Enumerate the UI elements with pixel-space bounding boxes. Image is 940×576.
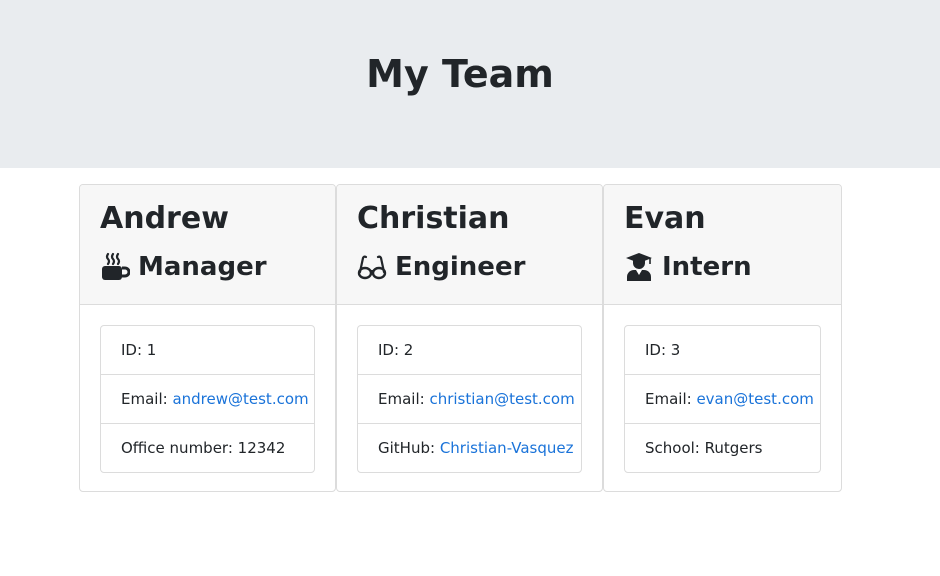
employee-name: Andrew <box>100 201 229 236</box>
graduate-icon <box>624 252 654 282</box>
glasses-icon <box>357 252 387 282</box>
role-label: Engineer <box>395 252 526 282</box>
card-header: Andrew Manager <box>80 185 335 305</box>
email-label: Email: <box>378 390 430 408</box>
email-item: Email: andrew@test.com <box>101 375 314 424</box>
employee-card-andrew: Andrew Manager ID: 1 Email: andrew@test.… <box>79 184 336 492</box>
email-link[interactable]: christian@test.com <box>429 390 574 408</box>
info-list: ID: 3 Email: evan@test.com School: Rutge… <box>624 325 821 473</box>
email-item: Email: evan@test.com <box>625 375 820 424</box>
card-header: Christian Engineer <box>337 185 602 305</box>
id-item: ID: 2 <box>358 326 581 375</box>
employee-role: Engineer <box>357 247 525 287</box>
card-header: Evan Intern <box>604 185 841 305</box>
email-label: Email: <box>121 390 173 408</box>
github-item: GitHub: Christian-Vasquez <box>358 424 581 472</box>
github-link[interactable]: Christian-Vasquez <box>440 439 574 457</box>
info-list: ID: 1 Email: andrew@test.com Office numb… <box>100 325 315 473</box>
coffee-mug-icon <box>100 252 130 282</box>
employee-name: Evan <box>624 201 706 236</box>
email-link[interactable]: evan@test.com <box>696 390 813 408</box>
email-item: Email: christian@test.com <box>358 375 581 424</box>
role-label: Intern <box>662 252 752 282</box>
page-header: My Team <box>0 0 940 168</box>
office-number-item: Office number: 12342 <box>121 439 286 457</box>
employee-role: Manager <box>100 247 267 287</box>
email-link[interactable]: andrew@test.com <box>172 390 308 408</box>
info-list: ID: 2 Email: christian@test.com GitHub: … <box>357 325 582 473</box>
page-title: My Team <box>366 52 554 96</box>
github-label: GitHub: <box>378 439 440 457</box>
role-label: Manager <box>138 252 267 282</box>
employee-card-christian: Christian Engineer ID: 2 Email: christia… <box>336 184 603 492</box>
employee-card-evan: Evan Intern ID: 3 Email: evan@test.com S… <box>603 184 842 492</box>
employee-role: Intern <box>624 247 752 287</box>
email-label: Email: <box>645 390 697 408</box>
id-item: ID: 3 <box>625 326 820 375</box>
employee-name: Christian <box>357 201 510 236</box>
id-item: ID: 1 <box>101 326 314 375</box>
school-item: School: Rutgers <box>645 439 763 457</box>
